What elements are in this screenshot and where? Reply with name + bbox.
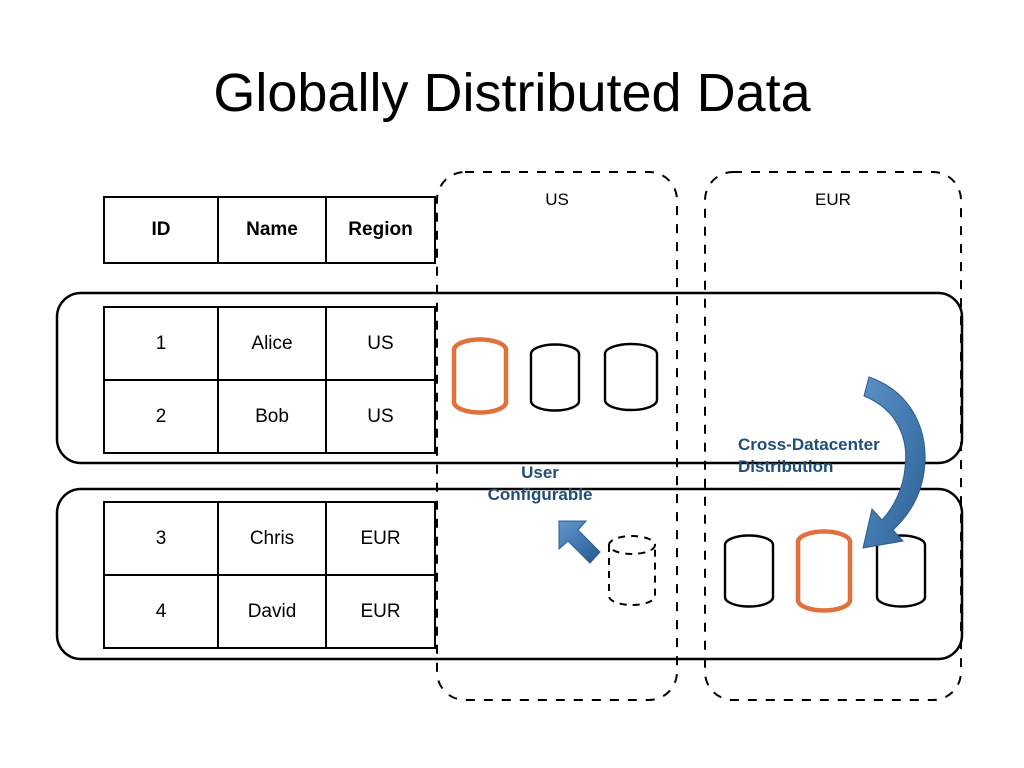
data-table-eur-rows: 3 Chris EUR 4 David EUR bbox=[103, 501, 436, 649]
table-row: 4 David EUR bbox=[103, 574, 436, 649]
cell-region: US bbox=[325, 379, 436, 454]
cell-name: Chris bbox=[217, 501, 327, 576]
cell-id: 3 bbox=[103, 501, 219, 576]
table-row: ID Name Region bbox=[103, 196, 436, 264]
database-cylinder-us-1 bbox=[451, 337, 509, 415]
column-header-id: ID bbox=[103, 196, 219, 264]
database-cylinder-eur-1 bbox=[723, 534, 775, 608]
database-cylinder-us-2 bbox=[529, 343, 581, 412]
cell-region: EUR bbox=[325, 574, 436, 649]
annotation-line-2: Distribution bbox=[738, 456, 834, 476]
region-box-us bbox=[436, 171, 678, 701]
cell-region: US bbox=[325, 306, 436, 381]
database-cylinder-us-placeholder bbox=[608, 535, 656, 606]
table-row: 3 Chris EUR bbox=[103, 501, 436, 576]
annotation-cross-datacenter-distribution: Cross-Datacenter Distribution bbox=[738, 434, 928, 478]
table-row: 1 Alice US bbox=[103, 306, 436, 381]
annotation-line-1: Cross-Datacenter bbox=[738, 435, 880, 454]
cell-region: EUR bbox=[325, 501, 436, 576]
data-table-header: ID Name Region bbox=[103, 196, 436, 264]
annotation-line-1: User bbox=[521, 463, 559, 482]
region-label-us: US bbox=[545, 190, 569, 209]
column-header-region: Region bbox=[325, 196, 436, 264]
user-configurable-arrow-icon bbox=[558, 520, 601, 564]
cell-name: Bob bbox=[217, 379, 327, 454]
slide-canvas: Globally Distributed Data ID Name Region… bbox=[0, 0, 1024, 768]
data-table-us-rows: 1 Alice US 2 Bob US bbox=[103, 306, 436, 454]
table-row: 2 Bob US bbox=[103, 379, 436, 454]
column-header-name: Name bbox=[217, 196, 327, 264]
database-cylinder-eur-3 bbox=[875, 534, 927, 608]
cell-name: Alice bbox=[217, 306, 327, 381]
cell-id: 4 bbox=[103, 574, 219, 649]
cell-id: 2 bbox=[103, 379, 219, 454]
database-cylinder-eur-2 bbox=[795, 529, 853, 613]
annotation-user-configurable: User Configurable bbox=[460, 462, 620, 506]
database-cylinder-us-3 bbox=[603, 342, 659, 412]
cell-name: David bbox=[217, 574, 327, 649]
annotation-line-2: Configurable bbox=[487, 484, 593, 504]
cell-id: 1 bbox=[103, 306, 219, 381]
region-label-eur: EUR bbox=[815, 190, 851, 209]
